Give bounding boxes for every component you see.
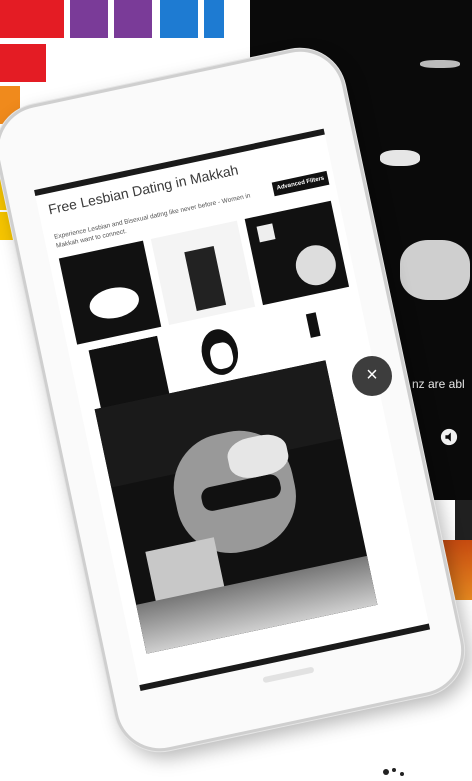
video-highlight (420, 60, 460, 68)
photo-shape (256, 223, 276, 243)
decorative-mark (383, 768, 404, 776)
video-highlight (400, 240, 470, 300)
tile-blue (204, 0, 224, 38)
tile-blue (160, 0, 198, 38)
profile-photo[interactable] (150, 220, 256, 326)
photo-shape (86, 283, 142, 323)
background-caption: nz are abl (412, 377, 465, 391)
tile-purple (70, 0, 108, 38)
profile-photo[interactable] (58, 240, 162, 345)
close-icon: × (366, 364, 378, 386)
speaker-icon[interactable] (440, 428, 458, 446)
background-dark-cell (455, 500, 472, 540)
tile-purple (114, 0, 152, 38)
close-button[interactable]: × (352, 356, 392, 396)
profile-photo[interactable] (244, 200, 350, 306)
photo-shape (184, 246, 227, 311)
tile-red (26, 44, 46, 82)
video-highlight (380, 150, 420, 166)
advanced-filters-button[interactable]: Advanced Filters (271, 170, 330, 197)
expanded-profile-photo[interactable] (94, 360, 378, 654)
tile-red (26, 0, 64, 38)
photo-shape (292, 241, 340, 289)
photo-shape (305, 312, 321, 338)
